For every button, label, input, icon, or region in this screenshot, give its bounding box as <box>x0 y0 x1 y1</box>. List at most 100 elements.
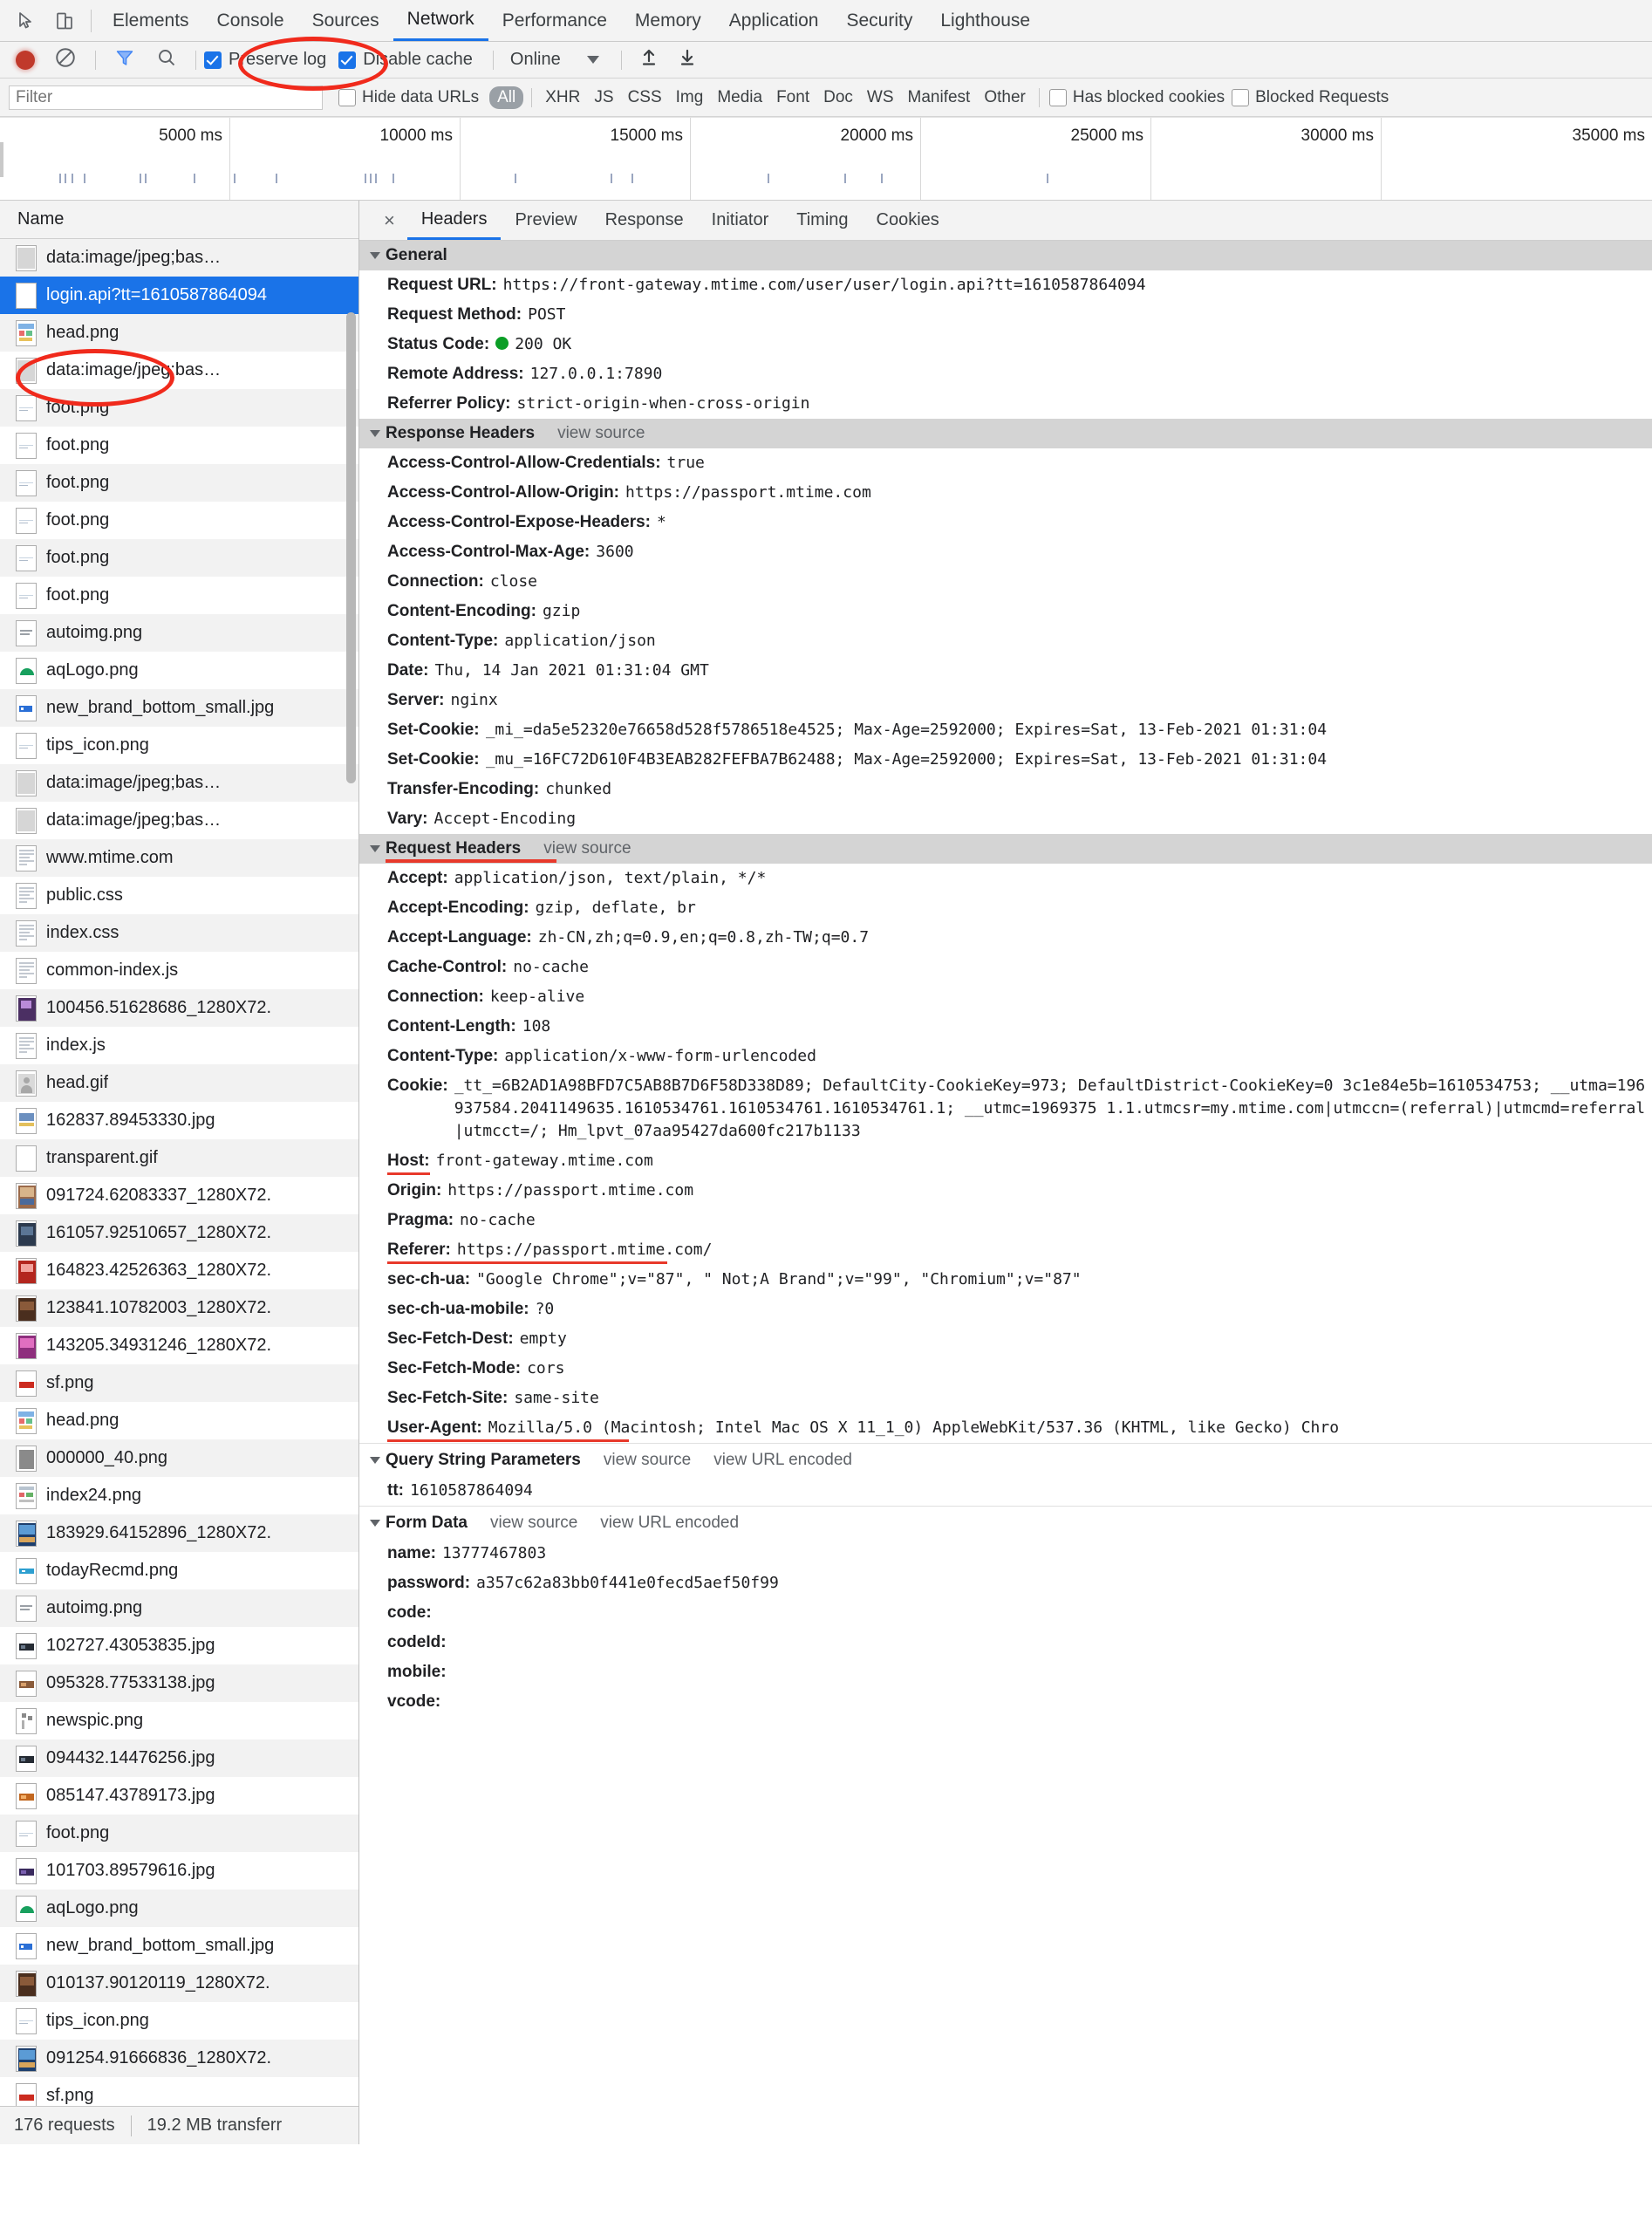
request-row[interactable]: head.gif <box>0 1064 358 1102</box>
view-source-link[interactable]: view source <box>543 839 631 858</box>
network-overview-timeline[interactable]: 5000 ms 10000 ms 15000 ms 20000 ms 25000… <box>0 117 1652 201</box>
tab-memory[interactable]: Memory <box>621 0 715 41</box>
request-row[interactable]: foot.png <box>0 577 358 614</box>
tab-performance[interactable]: Performance <box>488 0 621 41</box>
view-source-link[interactable]: view source <box>604 1451 691 1470</box>
request-row[interactable]: 085147.43789173.jpg <box>0 1777 358 1815</box>
section-header-query-string-parameters[interactable]: Query String Parameters view source view U… <box>359 1443 1652 1476</box>
close-icon[interactable]: × <box>372 210 407 230</box>
filter-type-js[interactable]: JS <box>587 86 620 109</box>
filter-type-all[interactable]: All <box>489 85 524 109</box>
request-row[interactable]: index.css <box>0 914 358 952</box>
request-row[interactable]: data:image/jpeg;bas… <box>0 764 358 802</box>
view-url-encoded-link[interactable]: view URL encoded <box>713 1451 852 1470</box>
request-row[interactable]: 000000_40.png <box>0 1439 358 1477</box>
request-row[interactable]: sf.png <box>0 1364 358 1402</box>
chevron-down-icon[interactable] <box>370 1519 380 1527</box>
request-row[interactable]: aqLogo.png <box>0 1890 358 1927</box>
request-row[interactable]: 095328.77533138.jpg <box>0 1664 358 1702</box>
request-row-selected[interactable]: login.api?tt=1610587864094 <box>0 277 358 314</box>
blocked-requests-checkbox[interactable]: Blocked Requests <box>1232 88 1389 107</box>
filter-type-media[interactable]: Media <box>710 86 769 109</box>
inspect-element-icon[interactable] <box>7 3 45 38</box>
disable-cache-checkbox[interactable]: Disable cache <box>338 50 473 70</box>
request-row[interactable]: 091724.62083337_1280X72. <box>0 1177 358 1214</box>
clear-icon[interactable] <box>54 46 77 73</box>
request-row[interactable]: 010137.90120119_1280X72. <box>0 1965 358 2002</box>
request-row[interactable]: 183929.64152896_1280X72. <box>0 1514 358 1552</box>
request-row[interactable]: index24.png <box>0 1477 358 1514</box>
request-list-scrollbar[interactable] <box>346 312 356 783</box>
request-row[interactable]: 161057.92510657_1280X72. <box>0 1214 358 1252</box>
chevron-down-icon[interactable] <box>370 430 380 437</box>
filter-type-xhr[interactable]: XHR <box>538 86 587 109</box>
request-row[interactable]: foot.png <box>0 1815 358 1852</box>
tab-network[interactable]: Network <box>393 0 488 41</box>
request-row[interactable]: www.mtime.com <box>0 839 358 877</box>
filter-type-ws[interactable]: WS <box>860 86 901 109</box>
request-row[interactable]: data:image/jpeg;bas… <box>0 352 358 389</box>
detail-tab-preview[interactable]: Preview <box>501 201 590 240</box>
request-row[interactable]: 143205.34931246_1280X72. <box>0 1327 358 1364</box>
request-row[interactable]: 101703.89579616.jpg <box>0 1852 358 1890</box>
detail-tab-cookies[interactable]: Cookies <box>863 201 953 240</box>
record-button-icon[interactable] <box>16 50 35 70</box>
section-header-general[interactable]: General <box>359 241 1652 270</box>
request-row[interactable]: common-index.js <box>0 952 358 989</box>
request-row[interactable]: 162837.89453330.jpg <box>0 1102 358 1139</box>
request-row[interactable]: index.js <box>0 1027 358 1064</box>
tab-sources[interactable]: Sources <box>298 0 393 41</box>
request-row[interactable]: data:image/jpeg;bas… <box>0 239 358 277</box>
filter-type-other[interactable]: Other <box>977 86 1033 109</box>
request-row[interactable]: aqLogo.png <box>0 652 358 689</box>
tab-security[interactable]: Security <box>832 0 926 41</box>
request-row[interactable]: public.css <box>0 877 358 914</box>
request-row[interactable]: 102727.43053835.jpg <box>0 1627 358 1664</box>
request-row[interactable]: 164823.42526363_1280X72. <box>0 1252 358 1289</box>
filter-funnel-icon[interactable] <box>114 47 135 72</box>
filter-type-css[interactable]: CSS <box>621 86 669 109</box>
view-source-link[interactable]: view source <box>557 424 645 443</box>
request-row[interactable]: foot.png <box>0 502 358 539</box>
section-header-form-data[interactable]: Form Data view source view URL encoded <box>359 1506 1652 1539</box>
filter-type-font[interactable]: Font <box>769 86 816 109</box>
request-row[interactable]: sf.png <box>0 2077 358 2106</box>
search-icon[interactable] <box>156 47 177 72</box>
detail-tab-headers[interactable]: Headers <box>406 201 502 240</box>
chevron-down-icon[interactable] <box>370 252 380 259</box>
throttling-select-label[interactable]: Online <box>510 50 561 70</box>
has-blocked-cookies-checkbox[interactable]: Has blocked cookies <box>1048 88 1225 107</box>
hide-data-urls-checkbox[interactable]: Hide data URLs <box>338 88 479 107</box>
chevron-down-icon[interactable] <box>370 1456 380 1464</box>
request-row[interactable]: 100456.51628686_1280X72. <box>0 989 358 1027</box>
tab-application[interactable]: Application <box>715 0 833 41</box>
request-row[interactable]: transparent.gif <box>0 1139 358 1177</box>
view-source-link[interactable]: view source <box>490 1514 577 1533</box>
request-row[interactable]: foot.png <box>0 464 358 502</box>
export-har-icon[interactable] <box>677 47 698 72</box>
filter-type-manifest[interactable]: Manifest <box>901 86 978 109</box>
request-row[interactable]: head.png <box>0 314 358 352</box>
request-row[interactable]: 094432.14476256.jpg <box>0 1739 358 1777</box>
chevron-down-icon[interactable] <box>586 56 599 64</box>
request-list[interactable]: data:image/jpeg;bas… login.api?tt=1610587… <box>0 239 358 2106</box>
request-row[interactable]: head.png <box>0 1402 358 1439</box>
request-row[interactable]: tips_icon.png <box>0 727 358 764</box>
request-row[interactable]: new_brand_bottom_small.jpg <box>0 1927 358 1965</box>
request-row[interactable]: newspic.png <box>0 1702 358 1739</box>
chevron-down-icon[interactable] <box>370 845 380 852</box>
filter-type-img[interactable]: Img <box>669 86 711 109</box>
view-url-encoded-link[interactable]: view URL encoded <box>600 1514 739 1533</box>
request-row[interactable]: 123841.10782003_1280X72. <box>0 1289 358 1327</box>
request-row[interactable]: autoimg.png <box>0 614 358 652</box>
preserve-log-checkbox[interactable]: Preserve log <box>204 50 326 70</box>
request-row[interactable]: foot.png <box>0 539 358 577</box>
request-row[interactable]: tips_icon.png <box>0 2002 358 2040</box>
request-row[interactable]: 091254.91666836_1280X72. <box>0 2040 358 2077</box>
detail-tab-response[interactable]: Response <box>591 201 698 240</box>
tab-console[interactable]: Console <box>203 0 298 41</box>
request-list-column-header[interactable]: Name <box>0 201 358 239</box>
import-har-icon[interactable] <box>638 47 659 72</box>
request-row[interactable]: foot.png <box>0 427 358 464</box>
request-row[interactable]: todayRecmd.png <box>0 1552 358 1589</box>
